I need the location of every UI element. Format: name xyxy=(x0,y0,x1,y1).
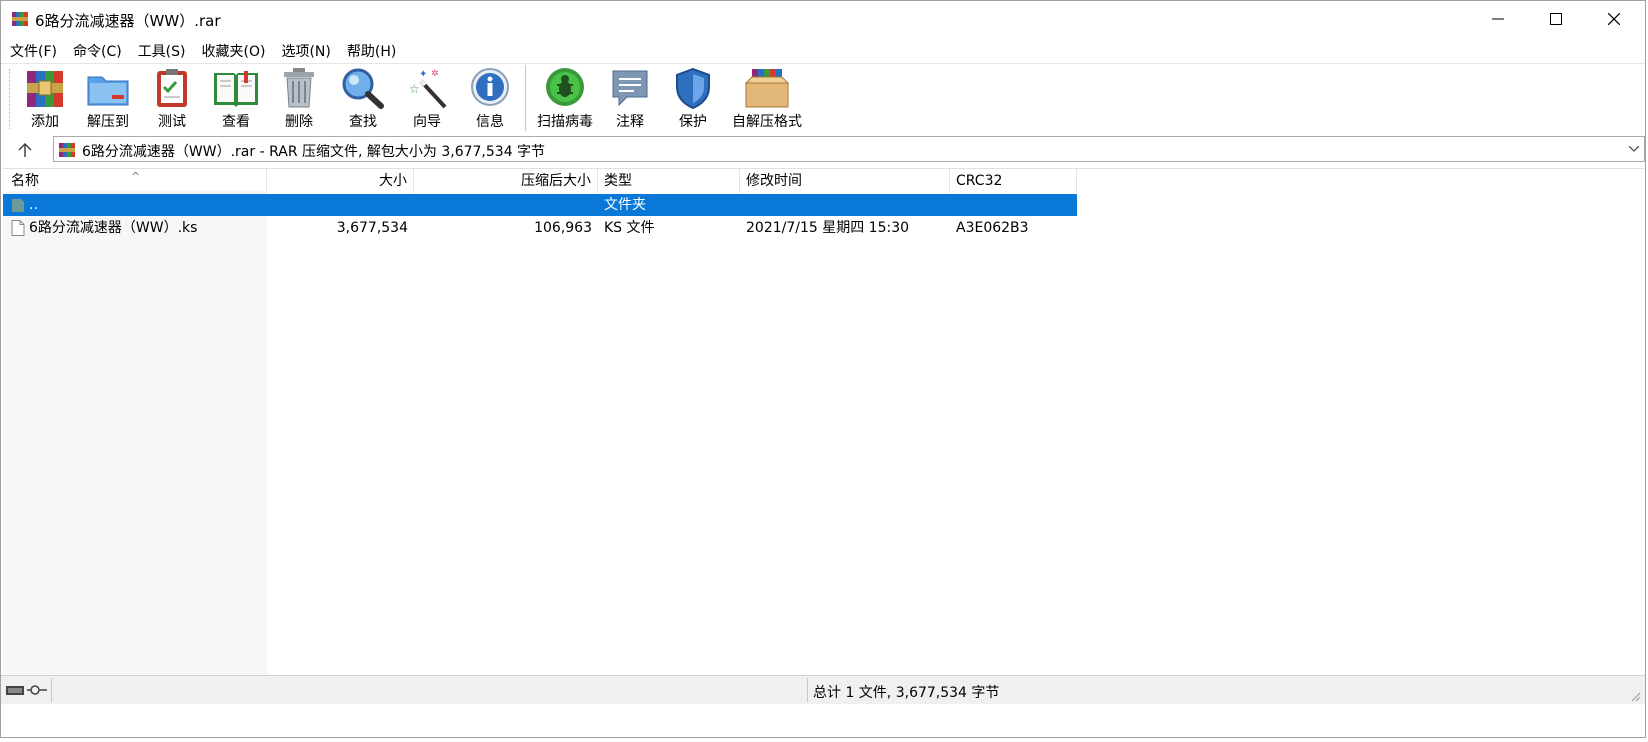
sfx-button[interactable]: 自解压格式 xyxy=(732,67,802,135)
minimize-button[interactable] xyxy=(1469,1,1527,37)
svg-text:✦: ✦ xyxy=(419,69,427,80)
menu-help[interactable]: 帮助(H) xyxy=(338,39,403,63)
list-header: 名称 ^ 大小 压缩后大小 类型 修改时间 CRC32 xyxy=(3,169,1077,193)
toolbar-divider xyxy=(525,65,526,131)
sort-up-icon: ^ xyxy=(131,170,141,183)
menu-options[interactable]: 选项(N) xyxy=(272,39,337,63)
item-modified: 2021/7/15 星期四 15:30 xyxy=(746,220,910,236)
close-button[interactable] xyxy=(1585,1,1643,37)
menu-favorites[interactable]: 收藏夹(O) xyxy=(193,39,273,63)
shield-icon xyxy=(676,67,710,109)
column-header-modified[interactable]: 修改时间 xyxy=(740,169,950,193)
maximize-icon xyxy=(1550,13,1562,25)
menu-bar: 文件(F) 命令(C) 工具(S) 收藏夹(O) 选项(N) 帮助(H) xyxy=(1,39,1645,63)
address-text: 6路分流减速器（WW）.rar - RAR 压缩文件, 解包大小为 3,677,… xyxy=(82,144,546,160)
item-type: KS 文件 xyxy=(604,220,655,236)
file-list: 名称 ^ 大小 压缩后大小 类型 修改时间 CRC32 .. 文件夹 6路分流减… xyxy=(3,168,1644,674)
column-header-packed[interactable]: 压缩后大小 xyxy=(414,169,598,193)
item-modified xyxy=(746,194,950,216)
test-clipboard-icon xyxy=(157,69,187,107)
item-crc xyxy=(956,194,1077,216)
winrar-app-icon xyxy=(12,12,28,26)
maximize-button[interactable] xyxy=(1527,1,1585,37)
winrar-window: 6路分流减速器（WW）.rar 文件(F) 命令(C) 工具(S) 收藏夹(O)… xyxy=(0,0,1646,738)
address-dropdown-button[interactable] xyxy=(1626,141,1642,157)
item-size: 3,677,534 xyxy=(336,220,408,236)
svg-text:☆: ☆ xyxy=(409,82,420,96)
column-header-name[interactable]: 名称 ^ xyxy=(3,169,267,193)
menu-commands[interactable]: 命令(C) xyxy=(64,39,129,63)
info-icon xyxy=(471,68,509,106)
column-header-crc32[interactable]: CRC32 xyxy=(950,169,1077,193)
list-item-parent-folder[interactable]: .. 文件夹 xyxy=(3,194,1077,216)
view-book-icon xyxy=(214,71,258,107)
sfx-box-icon xyxy=(744,69,790,108)
item-size xyxy=(267,194,408,216)
name-column-shade xyxy=(3,191,267,674)
comment-bubble-icon xyxy=(612,70,648,107)
up-folder-button[interactable] xyxy=(5,138,45,162)
menu-divider xyxy=(1,63,1645,64)
file-icon xyxy=(11,220,25,236)
minimize-icon xyxy=(1492,18,1504,20)
status-divider xyxy=(51,678,52,702)
protect-label: 保护 xyxy=(679,114,707,130)
add-archive-icon xyxy=(27,71,63,107)
info-button[interactable]: 信息 xyxy=(458,67,522,135)
list-item-file[interactable]: 6路分流减速器（WW）.ks 3,677,534 106,963 KS 文件 2… xyxy=(3,217,1077,239)
item-type: 文件夹 xyxy=(604,197,646,213)
sfx-label: 自解压格式 xyxy=(732,114,802,130)
trash-icon xyxy=(284,68,314,108)
status-divider xyxy=(807,678,808,702)
address-box[interactable]: 6路分流减速器（WW）.rar - RAR 压缩文件, 解包大小为 3,677,… xyxy=(53,136,1645,162)
arrow-up-icon xyxy=(18,142,32,157)
chevron-down-icon xyxy=(1629,146,1639,152)
column-header-size[interactable]: 大小 xyxy=(267,169,414,193)
column-name-label: 名称 xyxy=(11,173,39,189)
item-packed: 106,963 xyxy=(534,220,592,236)
status-bar: 总计 1 文件, 3,677,534 字节 xyxy=(1,675,1645,704)
rar-archive-icon xyxy=(59,143,75,157)
drive-key-icon[interactable] xyxy=(5,682,51,698)
item-name: 6路分流减速器（WW）.ks xyxy=(29,220,198,236)
item-packed xyxy=(414,194,592,216)
item-crc: A3E062B3 xyxy=(956,220,1029,236)
toolbar: 添加 解压到 测试 查看 删除 查找 ☆ ✦ ✲ 向导 信息 扫描病毒 注释 保… xyxy=(1,65,1645,137)
extract-folder-icon xyxy=(87,76,129,106)
menu-file[interactable]: 文件(F) xyxy=(1,39,64,63)
info-label: 信息 xyxy=(476,114,504,130)
protect-button[interactable]: 保护 xyxy=(661,67,725,135)
svg-text:✲: ✲ xyxy=(431,69,439,79)
magnifier-icon xyxy=(342,68,384,109)
column-header-type[interactable]: 类型 xyxy=(598,169,740,193)
status-summary: 总计 1 文件, 3,677,534 字节 xyxy=(813,685,1000,701)
window-title: 6路分流减速器（WW）.rar xyxy=(35,12,221,30)
menu-tools[interactable]: 工具(S) xyxy=(129,39,193,63)
title-bar: 6路分流减速器（WW）.rar xyxy=(1,1,1645,37)
item-name: .. xyxy=(29,197,38,213)
close-icon xyxy=(1608,13,1620,25)
magic-wand-icon: ☆ ✦ ✲ xyxy=(409,69,447,109)
resize-grip-icon[interactable] xyxy=(1629,690,1641,702)
virus-scan-icon xyxy=(546,68,584,106)
folder-up-icon xyxy=(12,199,24,212)
address-bar-row: 6路分流减速器（WW）.rar - RAR 压缩文件, 解包大小为 3,677,… xyxy=(1,136,1645,164)
